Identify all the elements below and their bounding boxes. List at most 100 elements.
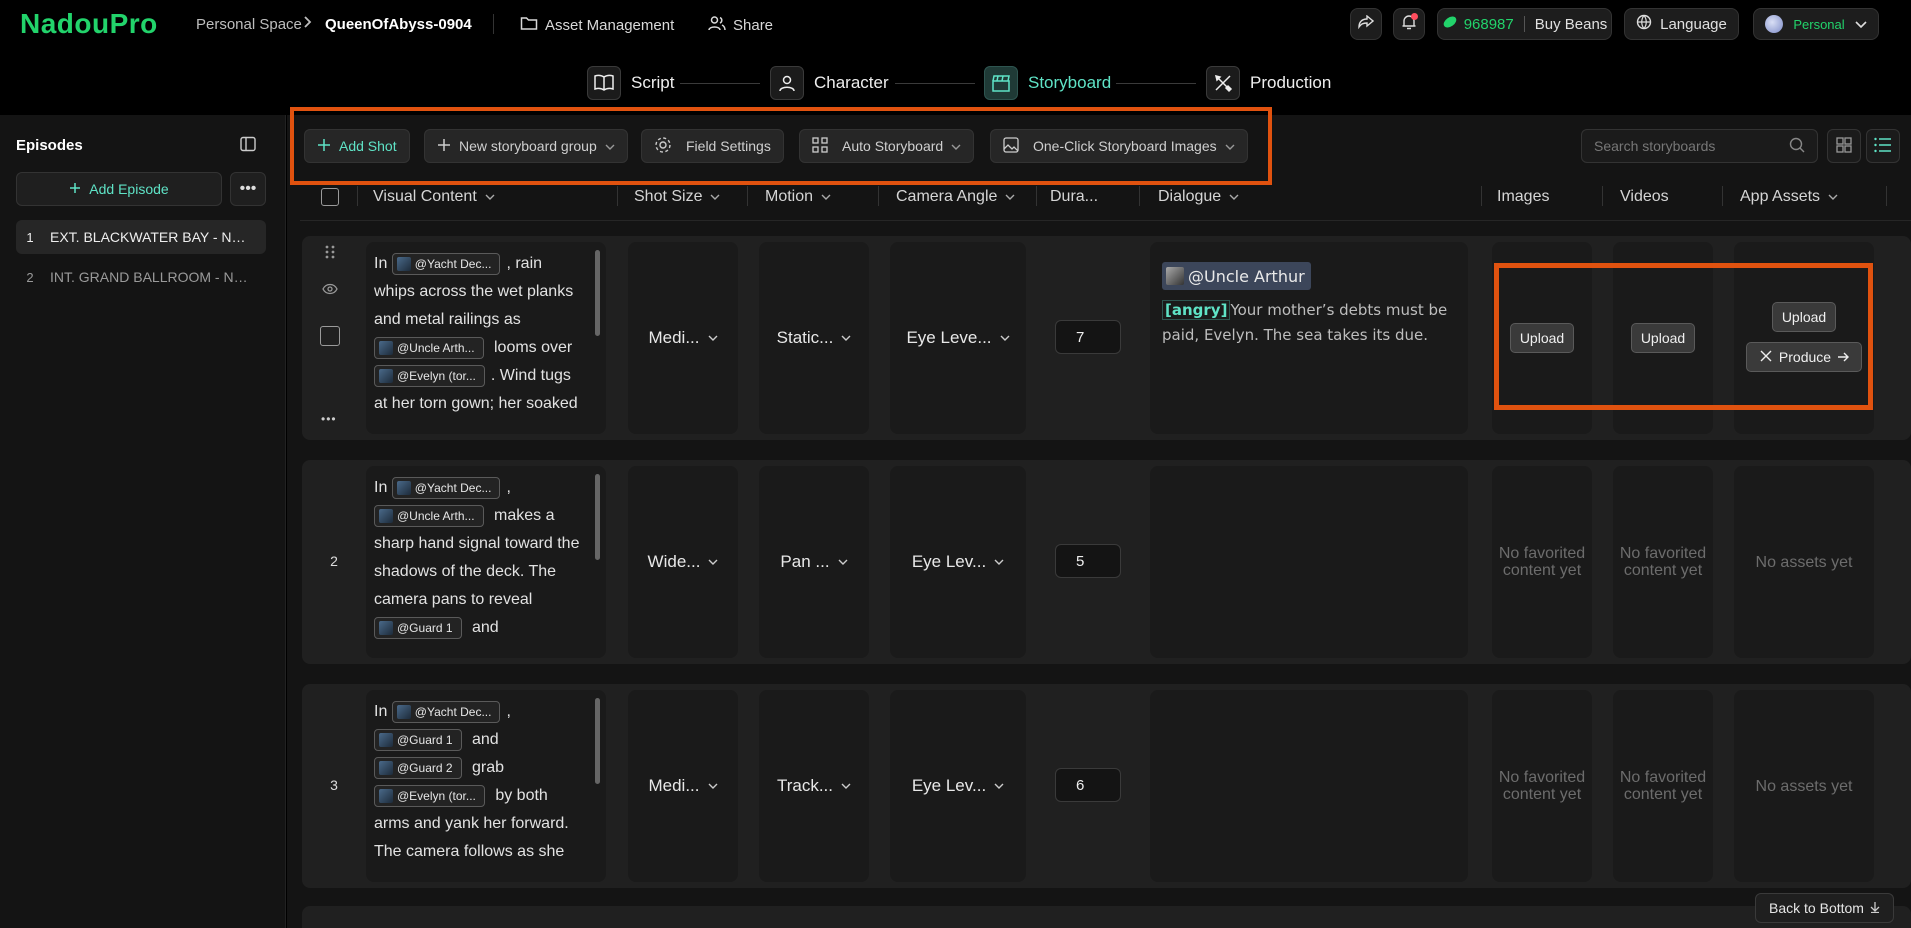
eye-icon[interactable] <box>322 282 338 298</box>
step-storyboard[interactable]: Storyboard <box>984 66 1111 100</box>
row-checkbox[interactable] <box>320 326 340 346</box>
reference-tag[interactable]: @Yacht Dec... <box>391 476 501 499</box>
divider <box>617 186 618 206</box>
motion-select[interactable]: Pan ... <box>759 466 869 658</box>
account-label: Personal <box>1793 16 1845 32</box>
duration-input[interactable]: 5 <box>1055 544 1121 578</box>
shot-size-select[interactable]: Wide... <box>628 466 738 658</box>
visual-text: In <box>374 479 388 496</box>
images-cell: No favorited content yet <box>1492 690 1592 882</box>
upload-video-button[interactable]: Upload <box>1631 323 1695 353</box>
share-arrow-button[interactable] <box>1350 8 1382 40</box>
step-production[interactable]: Production <box>1206 66 1331 100</box>
grid-view-button[interactable] <box>1827 129 1861 163</box>
produce-button[interactable]: Produce <box>1746 342 1862 372</box>
logo[interactable]: NadouPro <box>20 8 158 40</box>
reference-tag[interactable]: @Evelyn (tor... <box>374 784 485 807</box>
select-all-checkbox[interactable] <box>321 182 339 212</box>
motion-select[interactable]: Track... <box>759 690 869 882</box>
reference-tag[interactable]: @Evelyn (tor... <box>374 364 485 387</box>
account-button[interactable]: Personal <box>1753 8 1879 40</box>
episode-title: INT. GRAND BALLROOM - NIGHT <box>50 269 249 285</box>
camera-angle-select[interactable]: Eye Lev... <box>890 466 1026 658</box>
more-options-icon[interactable]: ••• <box>321 412 337 426</box>
breadcrumb-project[interactable]: QueenOfAbyss-0904 <box>325 16 472 33</box>
scrollbar[interactable] <box>595 474 600 560</box>
auto-storyboard-button[interactable]: Auto Storyboard <box>799 129 975 163</box>
chevron-down-icon <box>1855 16 1867 33</box>
divider <box>493 14 494 34</box>
reference-tag[interactable]: @Guard 1 <box>374 728 462 751</box>
upload-asset-button[interactable]: Upload <box>1772 302 1836 332</box>
step-character[interactable]: Character <box>770 66 889 100</box>
reference-tag[interactable]: @Yacht Dec... <box>391 700 501 723</box>
column-label: Videos <box>1620 188 1669 205</box>
add-episode-button[interactable]: Add Episode <box>16 172 222 206</box>
chevron-down-icon <box>994 559 1004 565</box>
sidebar-episode-1[interactable]: 1 EXT. BLACKWATER BAY - NIGHT <box>16 220 266 254</box>
column-header-shot-size[interactable]: Shot Size <box>634 182 720 212</box>
upload-image-button[interactable]: Upload <box>1510 323 1574 353</box>
motion-select[interactable]: Static... <box>759 242 869 434</box>
dialogue-cell[interactable] <box>1150 466 1468 658</box>
scrollbar[interactable] <box>595 698 600 784</box>
language-button[interactable]: Language <box>1624 8 1739 40</box>
episodes-sidebar: Episodes Add Episode ••• 1 EXT. BLACKWAT… <box>0 115 286 928</box>
column-label: Visual Content <box>373 188 477 205</box>
sidebar-episode-2[interactable]: 2 INT. GRAND BALLROOM - NIGHT <box>16 260 266 294</box>
shot-size-select[interactable]: Medi... <box>628 690 738 882</box>
more-options-button[interactable]: ••• <box>230 172 266 206</box>
step-script[interactable]: Script <box>587 66 674 100</box>
reference-tag[interactable]: @Guard 2 <box>374 756 462 779</box>
field-settings-button[interactable]: Field Settings <box>641 129 784 163</box>
beans-button[interactable]: 968987 Buy Beans <box>1437 8 1612 40</box>
duration-input[interactable]: 7 <box>1055 320 1121 354</box>
asset-management-link[interactable]: Asset Management <box>520 15 674 35</box>
dialogue-cell[interactable] <box>1150 690 1468 882</box>
breadcrumb-space[interactable]: Personal Space <box>196 16 302 33</box>
column-header-app-assets[interactable]: App Assets <box>1740 182 1838 212</box>
visual-content[interactable]: In @Yacht Dec..., rain whips across the … <box>366 242 606 434</box>
reference-tag[interactable]: @Yacht Dec... <box>391 252 501 275</box>
camera-angle-select[interactable]: Eye Leve... <box>890 242 1026 434</box>
one-click-images-button[interactable]: One-Click Storyboard Images <box>990 129 1248 163</box>
search-input[interactable] <box>1594 138 1784 154</box>
app-assets-cell: No assets yet <box>1734 466 1874 658</box>
divider <box>357 186 358 206</box>
speaker-tag[interactable]: @Uncle Arthur <box>1162 262 1311 290</box>
images-cell: No favorited content yet <box>1492 466 1592 658</box>
duration-input[interactable]: 6 <box>1055 768 1121 802</box>
scrollbar[interactable] <box>595 250 600 336</box>
share-link[interactable]: Share <box>708 15 773 35</box>
step-connector <box>680 83 760 84</box>
reference-tag[interactable]: @Uncle Arth... <box>374 336 484 359</box>
tag-label: @Uncle Arth... <box>397 340 475 355</box>
column-header-visual[interactable]: Visual Content <box>373 182 495 212</box>
field-settings-label: Field Settings <box>686 138 771 154</box>
column-header-dialogue[interactable]: Dialogue <box>1158 182 1239 212</box>
sidebar-toggle-icon[interactable] <box>240 136 256 155</box>
list-view-button[interactable] <box>1866 129 1900 163</box>
avatar <box>1765 15 1784 33</box>
reference-tag[interactable]: @Uncle Arth... <box>374 504 484 527</box>
camera-angle-select[interactable]: Eye Lev... <box>890 690 1026 882</box>
shot-size-select[interactable]: Medi... <box>628 242 738 434</box>
add-shot-button[interactable]: Add Shot <box>304 129 410 163</box>
chevron-down-icon <box>821 194 831 200</box>
column-header-duration[interactable]: Dura... <box>1050 182 1098 212</box>
visual-content[interactable]: In @Yacht Dec..., @Guard 1 and @Guard 2 … <box>366 690 606 882</box>
search-icon[interactable] <box>1789 137 1805 156</box>
column-header-camera-angle[interactable]: Camera Angle <box>896 182 1015 212</box>
divider <box>1602 186 1603 206</box>
reference-tag[interactable]: @Guard 1 <box>374 616 462 639</box>
visual-content[interactable]: In @Yacht Dec..., @Uncle Arth... makes a… <box>366 466 606 658</box>
divider <box>300 220 1911 221</box>
back-to-bottom-button[interactable]: Back to Bottom <box>1755 893 1894 923</box>
arrow-down-icon <box>1870 900 1880 916</box>
column-header-motion[interactable]: Motion <box>765 182 831 212</box>
new-storyboard-group-button[interactable]: New storyboard group <box>424 129 628 163</box>
dialogue-cell[interactable]: @Uncle Arthur [angry] Your mother’s debts… <box>1150 242 1468 434</box>
notifications-button[interactable] <box>1393 8 1425 40</box>
drag-handle-icon[interactable] <box>324 244 336 263</box>
tools-icon <box>1759 349 1773 366</box>
